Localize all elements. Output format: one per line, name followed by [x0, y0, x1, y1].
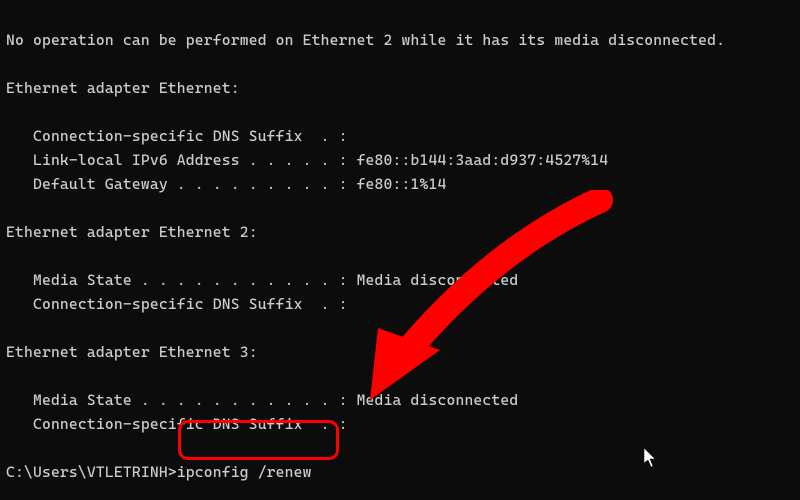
prompt-line[interactable]: C:\Users\VTLETRINH>ipconfig /renew — [6, 463, 312, 481]
line-adapter3-dns: Connection-specific DNS Suffix . : — [6, 415, 348, 433]
line-adapter1-dns: Connection-specific DNS Suffix . : — [6, 127, 348, 145]
prompt-prefix: C:\Users\VTLETRINH> — [6, 463, 177, 481]
line-adapter1-header: Ethernet adapter Ethernet: — [6, 79, 240, 97]
line-adapter2-dns: Connection-specific DNS Suffix . : — [6, 295, 348, 313]
line-error: No operation can be performed on Etherne… — [6, 31, 725, 49]
terminal-output[interactable]: No operation can be performed on Etherne… — [0, 0, 800, 500]
line-adapter2-header: Ethernet adapter Ethernet 2: — [6, 223, 258, 241]
prompt-command: ipconfig /renew — [177, 463, 312, 481]
line-adapter2-media: Media State . . . . . . . . . . . : Medi… — [6, 271, 518, 289]
line-adapter1-gateway: Default Gateway . . . . . . . . . : fe80… — [6, 175, 446, 193]
line-adapter3-media: Media State . . . . . . . . . . . : Medi… — [6, 391, 518, 409]
line-adapter3-header: Ethernet adapter Ethernet 3: — [6, 343, 258, 361]
line-adapter1-ipv6: Link-local IPv6 Address . . . . . : fe80… — [6, 151, 608, 169]
